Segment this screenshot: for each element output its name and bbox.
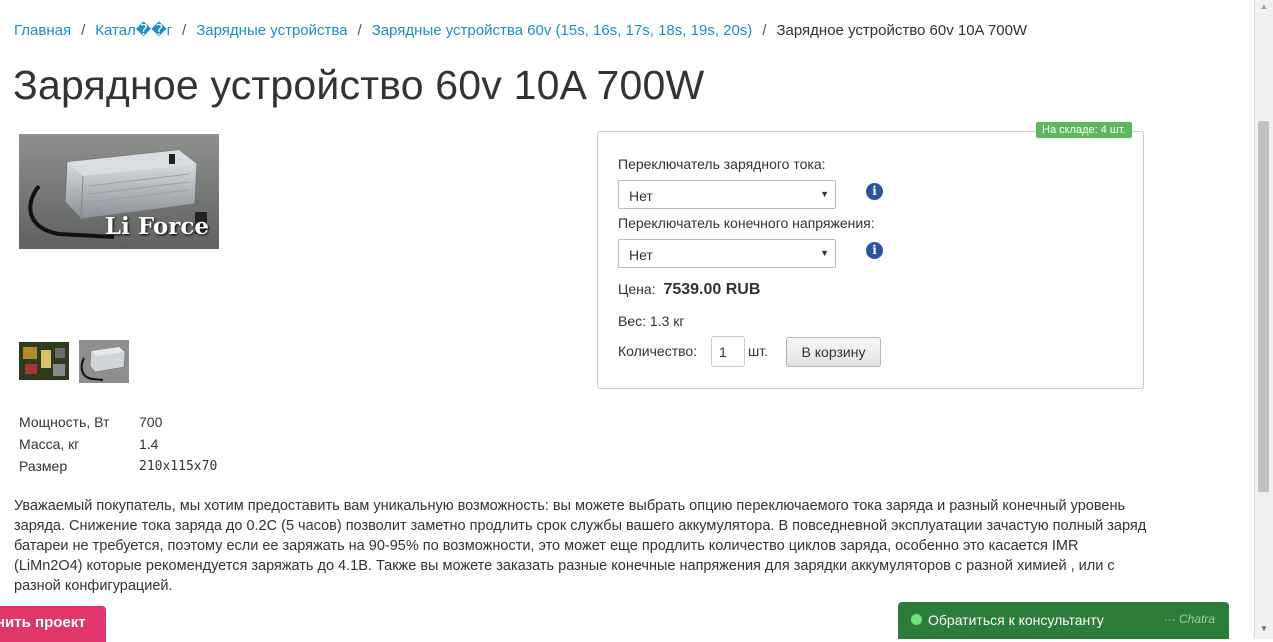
product-main-image[interactable]: Li Force xyxy=(19,134,219,249)
price: Цена: 7539.00 RUB xyxy=(618,281,760,299)
price-value: 7539.00 RUB xyxy=(663,281,761,298)
spec-key: Мощность, Вт xyxy=(19,414,110,430)
select-value: Нет xyxy=(629,188,653,204)
chat-label: Обратиться к консультанту xyxy=(928,612,1104,628)
breadcrumb-link-chargers[interactable]: Зарядные устройства xyxy=(196,22,347,39)
charge-current-select[interactable]: Нет ▼ xyxy=(618,180,836,209)
info-icon[interactable]: i xyxy=(866,242,883,259)
spec-value: 210x115x70 xyxy=(139,458,218,474)
charge-current-switch-label: Переключатель зарядного тока: xyxy=(618,156,826,172)
page-scrollbar[interactable]: ▲ ▼ xyxy=(1254,0,1273,639)
price-label: Цена: xyxy=(618,281,656,297)
quantity-input[interactable]: 1 xyxy=(711,336,745,367)
dropdown-arrow-icon: ▼ xyxy=(820,248,829,258)
spec-value: 700 xyxy=(139,414,163,430)
final-voltage-switch-label: Переключатель конечного напряжения: xyxy=(618,215,875,231)
product-thumbnail[interactable] xyxy=(19,342,69,380)
quantity-label: Количество: xyxy=(618,343,698,359)
quantity-unit: шт. xyxy=(748,343,768,359)
breadcrumb-current: Зарядное устройство 60v 10A 700W xyxy=(776,22,1028,39)
page-title: Зарядное устройство 60v 10A 700W xyxy=(13,62,705,108)
info-icon[interactable]: i xyxy=(866,183,883,200)
spec-value: 1.4 xyxy=(139,436,159,452)
scroll-up-icon[interactable]: ▲ xyxy=(1260,2,1268,11)
project-button[interactable]: нить проект xyxy=(0,606,106,642)
chat-widget[interactable]: Обратиться к консультанту ··· Chatra xyxy=(898,602,1229,639)
breadcrumb-separator: / xyxy=(357,22,362,39)
add-to-cart-button[interactable]: В корзину xyxy=(786,337,881,367)
breadcrumb-link-chargers-60v[interactable]: Зарядные устройства 60v (15s, 16s, 17s, … xyxy=(372,22,753,39)
product-description: Уважаемый покупатель, мы хотим предостав… xyxy=(14,498,1147,594)
breadcrumb-separator: / xyxy=(182,22,187,39)
online-status-icon xyxy=(911,614,922,625)
charger-thumbnail-icon xyxy=(79,340,129,383)
select-value: Нет xyxy=(629,247,653,263)
spec-key: Масса, кг xyxy=(19,436,80,452)
table-row: Размер 210x115x70 xyxy=(15,455,221,477)
chat-brand: ··· Chatra xyxy=(1163,612,1215,626)
weight: Вес: 1.3 кг xyxy=(618,313,685,329)
scrollbar-thumb[interactable] xyxy=(1258,121,1269,492)
breadcrumb-link-catalog[interactable]: Катал��г xyxy=(95,22,172,39)
table-row: Масса, кг 1.4 xyxy=(15,433,221,455)
final-voltage-select[interactable]: Нет ▼ xyxy=(618,239,836,268)
photo-watermark: Li Force xyxy=(104,213,209,240)
spec-key: Размер xyxy=(19,458,68,474)
stock-badge: На складе: 4 шт. xyxy=(1036,122,1132,138)
scroll-down-icon[interactable]: ▼ xyxy=(1260,624,1268,633)
breadcrumb-separator: / xyxy=(81,22,86,39)
dropdown-arrow-icon: ▼ xyxy=(820,189,829,199)
specs-table: Мощность, Вт 700 Масса, кг 1.4 Размер 21… xyxy=(15,411,221,477)
breadcrumb-separator: / xyxy=(762,22,767,39)
breadcrumb-link-home[interactable]: Главная xyxy=(14,22,71,39)
table-row: Мощность, Вт 700 xyxy=(15,411,221,433)
breadcrumb: Главная / Катал��г / Зарядные устройства / Зар… xyxy=(14,21,1027,39)
product-thumbnail[interactable] xyxy=(79,340,129,383)
circuit-board-thumbnail-icon xyxy=(19,342,69,380)
